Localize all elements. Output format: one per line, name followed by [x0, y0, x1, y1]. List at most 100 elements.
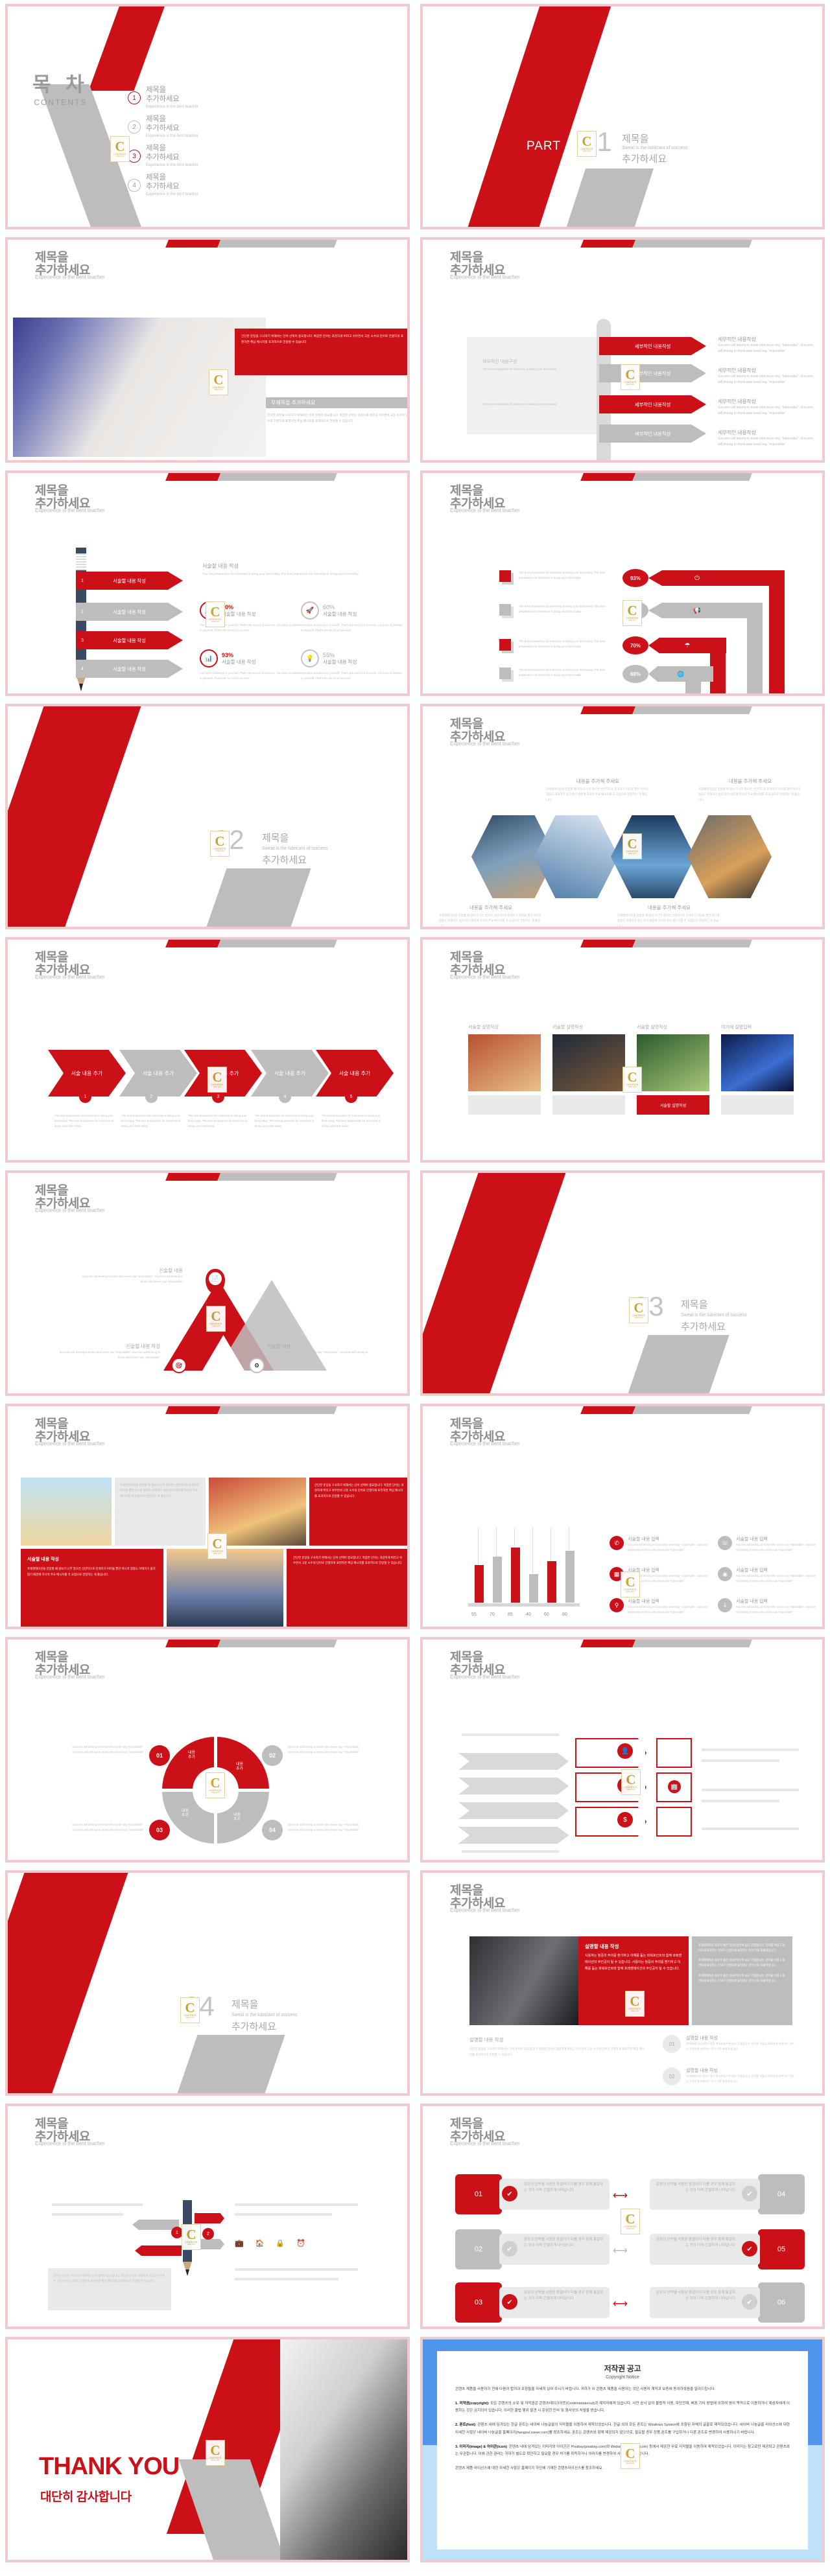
slide-cell-hexagons[interactable]: 제목을 추가하세요 Experience is the best teacher…: [415, 700, 830, 933]
slide-cell-bent-arrows[interactable]: 제목을 추가하세요 Experience is the best teacher…: [415, 467, 830, 700]
businessman-photo: [469, 1936, 578, 2025]
card-photo: [637, 1034, 709, 1091]
slide-cell-part03[interactable]: PART 03 제목을 추가하세요 Sweat is the lubricant…: [415, 1166, 830, 1400]
donut-badge: 04: [262, 1820, 283, 1840]
toc-title-kr: 목 차: [32, 73, 89, 96]
collage-red-panel-3: 간단한 문장을 구사하기 위해서는 단어 선택이 중요합니다. 복잡한 단어는 …: [287, 1549, 407, 1627]
donut-badge: 02: [262, 1745, 283, 1766]
toc-number: 3: [128, 150, 141, 163]
slide-cell-thank-you[interactable]: THANK YOU 대단히 감사합니다 C CONTENTS TAKE OUT: [0, 2333, 415, 2566]
watermark-logo: C CONTENTS TAKE OUT: [208, 1533, 227, 1559]
slide-cell-numbered-boxes[interactable]: 제목을 추가하세요 Experience is the best teacher…: [415, 2100, 830, 2333]
arrow-band: [458, 1778, 569, 1794]
list-item[interactable]: 1 제목을 추가하세요 Experience is the best teach…: [128, 86, 283, 115]
arrow-outline-box[interactable]: [575, 1807, 646, 1837]
slide-cell-copyright[interactable]: 저작권 공고 Copyright Notice 콘텐츠 제품을 사용하기 전에 …: [415, 2333, 830, 2566]
slide-cell-pencil-stats[interactable]: 제목을 추가하세요 Experience is the best teacher…: [0, 467, 415, 700]
watermark-logo: C CONTENTS TAKE OUT: [622, 833, 642, 859]
slide-cell-pencil-arrows[interactable]: 제목을 추가하세요 Experience is the best teacher…: [0, 2100, 415, 2333]
caption-title: 진술할 내용: [159, 1268, 183, 1273]
item-title: 설명할 내용 작성: [686, 2036, 718, 2041]
decor-red-chevron: [423, 1173, 571, 1393]
icon-row: 💼 🏠 🔒 ⏰: [235, 2239, 305, 2247]
hex-caption: 내용을 추가해 주세요 프레젠테이션을 전달할 때 정보가 너무 많으면 산만하…: [546, 778, 650, 803]
decor-gray-chevron: [612, 1335, 729, 1393]
step-label: 서술할 내용 작성: [113, 577, 146, 584]
donut-label: 내용 추가: [236, 1763, 244, 1772]
number-box[interactable]: 04: [758, 2174, 805, 2214]
number-box[interactable]: 02: [455, 2229, 502, 2269]
left-panel: [467, 337, 597, 434]
pencil-step[interactable]: 1 서술할 내용 작성: [76, 572, 183, 590]
list-item[interactable]: 2 제목을 추가하세요 Experience is the best teach…: [128, 115, 283, 144]
axis-tick: 40: [526, 1612, 531, 1617]
signpost-label: 세부적인 내용작성: [634, 343, 671, 349]
slide-cell-triangle[interactable]: 제목을 추가하세요 Experience is the best teacher…: [0, 1166, 415, 1400]
chevron-step[interactable]: 서술 내용 추가: [119, 1050, 197, 1097]
bullet: 프레젠테이션 자료가 좋은 복사본일수록 쉽고 간결합니다. 언어를 어렵고 화…: [698, 1958, 785, 1967]
donut-label: 내용 추가: [182, 1809, 189, 1818]
slide-cell-collage[interactable]: 제목을 추가하세요 Experience is the best teacher…: [0, 1400, 415, 1633]
list-item[interactable]: 4 제목을 추가하세요 Experience is the best teach…: [128, 173, 283, 202]
signpost-sign[interactable]: 세부적인 내용작성: [599, 395, 706, 413]
outline-box[interactable]: [656, 1738, 692, 1768]
divider: [702, 1759, 779, 1762]
slide-cell-keyboard[interactable]: 제목을 추가하세요 Experience is the best teacher…: [0, 233, 415, 467]
document-search-icon: 📄: [209, 1272, 222, 1285]
number-box[interactable]: 01: [455, 2174, 502, 2214]
signpost-detail: 세부적인 내용작성 Success will belong to those w…: [718, 367, 813, 384]
pencil-step[interactable]: 4 서술할 내용 작성: [76, 660, 183, 678]
pencil-step[interactable]: 2 서술할 내용 작성: [76, 603, 183, 621]
toc-item-line1: 제목을: [146, 86, 166, 94]
toc-title: 목 차 CONTENTS: [32, 68, 89, 107]
watermark-logo: C CONTENTS TAKE OUT: [577, 131, 597, 157]
download-icon: ⇩: [718, 1598, 732, 1612]
list-item[interactable]: 3 제목을 추가하세요 Experience is the best teach…: [128, 144, 283, 173]
arrow-outline-box[interactable]: [575, 1738, 646, 1768]
card-caption-bar: [468, 1095, 541, 1115]
icon-label: 서술할 내용 입력: [628, 1537, 659, 1542]
watermark-sub: TAKE OUT: [115, 155, 124, 157]
hex-caption-title: 내용을 추가해 주세요: [576, 778, 620, 784]
axis-tick: 85: [508, 1612, 513, 1617]
chevron-step[interactable]: 서술 내용 추가: [48, 1050, 126, 1097]
caption-body: Success will belong to those who never s…: [82, 1275, 183, 1284]
copyright-intro: 콘텐츠 제품을 사용하기 전에 다음의 합의과 조항들을 자세히 읽어 주시기 …: [455, 2387, 716, 2391]
part-title-line2: 추가하세요: [262, 855, 307, 866]
slide-cell-part02[interactable]: PART 02 제목을 추가하세요 Sweat is the lubricant…: [0, 700, 415, 933]
page-title: 제목을 추가하세요 Experience is the best teacher: [35, 251, 105, 280]
arrow-body: The best preparation for tomorrow is doi…: [519, 571, 606, 580]
toc-item-line1: 제목을: [146, 115, 166, 123]
slide-cell-chevron-process[interactable]: 제목을 추가하세요 Experience is the best teacher…: [0, 933, 415, 1166]
slide-cell-part04[interactable]: PART 04 제목을 추가하세요 Sweat is the lubricant…: [0, 1866, 415, 2100]
slide-cell-part01[interactable]: PART 01 제목을 추가하세요 Sweat is the lubricant…: [415, 0, 830, 233]
slide-cell-signpost[interactable]: 제목을 추가하세요 Experience is the best teacher…: [415, 233, 830, 467]
slide-cell-bar-chart[interactable]: 제목을 추가하세요 Experience is the best teacher…: [415, 1400, 830, 1633]
signpost-sign[interactable]: 세부적인 내용작성: [599, 337, 706, 355]
outline-box[interactable]: [656, 1807, 692, 1837]
number-box[interactable]: 05: [758, 2229, 805, 2269]
bullet-square: [499, 570, 511, 582]
body-panel: 간단한 문장을 구사하기 위해서는 단어 선택이 중요합니다. 복잡한 단어는 …: [48, 2268, 171, 2310]
part-label: PART: [556, 1304, 590, 1317]
chevron-step[interactable]: 서술 내용 추가: [251, 1050, 329, 1097]
number-box[interactable]: 06: [758, 2282, 805, 2323]
signpost-sign[interactable]: 세부적인 내용작성: [599, 364, 706, 382]
number-box[interactable]: 03: [455, 2282, 502, 2323]
part-subtitle: Sweat is the lubricant of success: [231, 2013, 298, 2017]
watermark-logo: C CONTENTS TAKE OUT: [621, 1769, 641, 1795]
slide-cell-photo-cards[interactable]: 제목을 추가하세요 Experience is the best teacher…: [415, 933, 830, 1166]
slide-cell-toc[interactable]: 목 차 CONTENTS 1 제목을 추가하세요 Experience is t…: [0, 0, 415, 233]
slide-cell-donut[interactable]: 제목을 추가하세요 Experience is the best teacher…: [0, 1633, 415, 1866]
slide-cell-businessman[interactable]: 제목을 추가하세요 Experience is the best teacher…: [415, 1866, 830, 2100]
page-title: 제목을 추가하세요 Experience is the best teacher: [450, 251, 520, 280]
bar-chart: 55 70 85 40 60 80: [463, 1527, 583, 1617]
marker-badge: 2: [202, 2228, 214, 2240]
collage-text-panel: 프레젠테이션을 전달할 때 정보가 너무 많으면 산만하므로 전개하기 어려울 …: [115, 1478, 206, 1546]
slide-cell-arrow-boxes[interactable]: 제목을 추가하세요 Experience is the best teacher…: [415, 1633, 830, 1866]
rocket-icon: 🚀: [301, 601, 319, 620]
signpost-sign[interactable]: 세부적인 내용작성: [599, 424, 706, 443]
dollar-icon: $: [617, 1812, 633, 1828]
pencil-step[interactable]: 3 서술할 내용 작성: [76, 631, 183, 649]
double-arrow-icon: ⟷: [613, 2245, 628, 2257]
